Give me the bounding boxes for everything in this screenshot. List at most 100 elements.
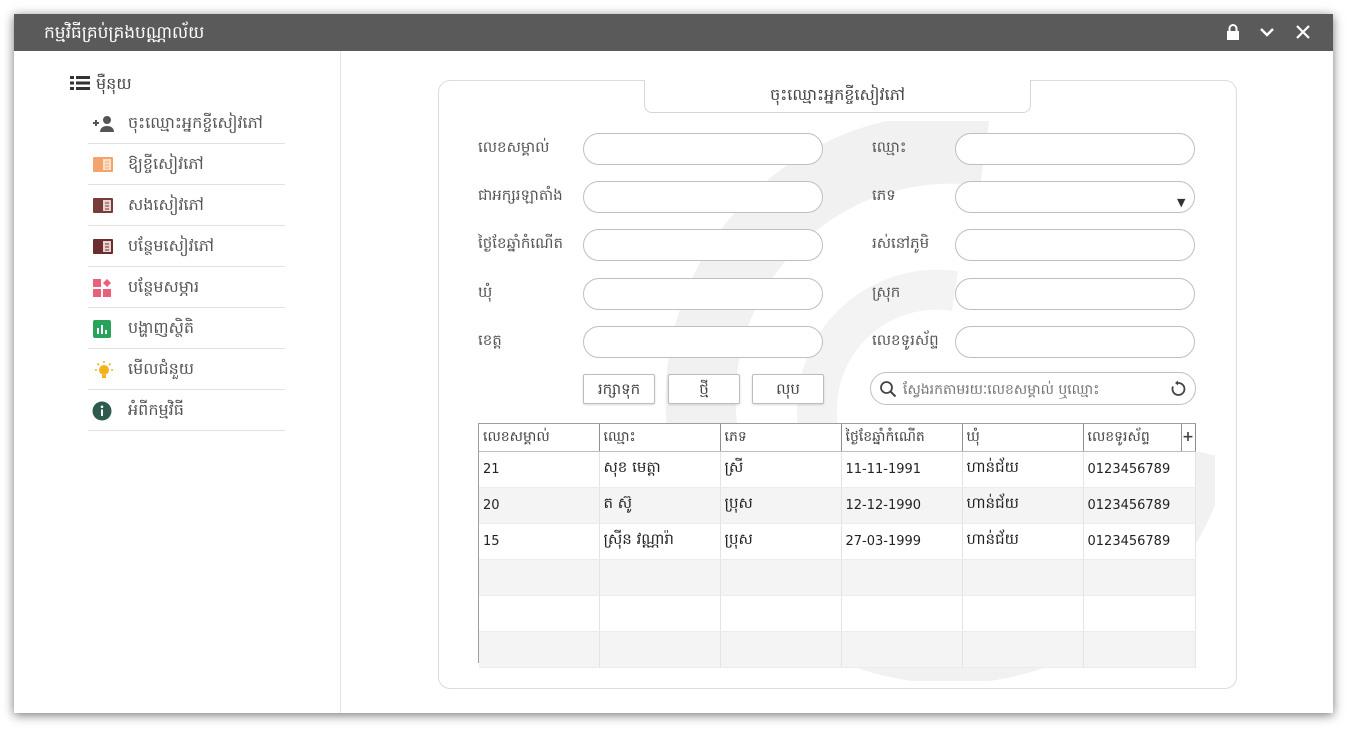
open-book-icon	[92, 155, 114, 175]
gender-select[interactable]	[955, 181, 1195, 213]
form-title-tab: ចុះឈ្មោះអ្នកខ្ចីសៀវភៅ	[644, 80, 1031, 113]
table-cell: ហាន់ជ័យ	[962, 487, 1084, 524]
table-cell: សុខ មេត្តា	[599, 451, 721, 488]
sidebar-item-add-book[interactable]: បន្ថែមសៀវភៅ	[88, 226, 285, 267]
column-header[interactable]: ថ្ងៃខែឆ្នាំកំណើត	[841, 424, 963, 452]
search-icon	[880, 381, 897, 398]
sidebar-item-label: បន្ថែមសម្ភារ	[128, 277, 200, 296]
save-button[interactable]: រក្សាទុក	[583, 374, 655, 404]
sidebar-item-label: អំពីកម្មវិធី	[128, 400, 184, 419]
sidebar-item-register-borrower[interactable]: ចុះឈ្មោះអ្នកខ្ចីសៀវភៅ	[88, 103, 285, 144]
name-label: ឈ្មោះ	[872, 138, 907, 156]
table-row[interactable]	[479, 595, 1196, 632]
table-cell: 12-12-1990	[841, 487, 963, 524]
table-cell: 0123456789	[1083, 523, 1196, 560]
table-cell	[841, 595, 963, 632]
search-input[interactable]	[901, 379, 1160, 401]
chevron-down-icon[interactable]	[1255, 20, 1279, 44]
table-cell	[962, 631, 1084, 668]
commune-field[interactable]	[583, 278, 823, 310]
search-box[interactable]	[870, 372, 1196, 405]
borrowers-table[interactable]: លេខសម្គាល់ ឈ្មោះ ភេទ ថ្ងៃខែឆ្នាំកំណើត ឃុ…	[478, 423, 1196, 668]
add-book-icon	[92, 237, 114, 257]
new-button[interactable]: ថ្មី	[668, 374, 740, 404]
sidebar-item-label: ឱ្យខ្ចីសៀវភៅ	[128, 154, 204, 173]
column-header[interactable]: ភេទ	[720, 424, 842, 452]
info-icon	[92, 401, 114, 421]
table-cell	[841, 631, 963, 668]
column-header[interactable]: ឃុំ	[962, 424, 1084, 452]
district-field[interactable]	[955, 278, 1195, 310]
table-row[interactable]	[479, 559, 1196, 596]
table-cell: ត ស៊ូ	[599, 487, 721, 524]
sidebar-item-return-book[interactable]: សងសៀវភៅ	[88, 185, 285, 226]
table-cell: ស្រី	[720, 451, 842, 488]
table-cell: 27-03-1999	[841, 523, 963, 560]
sidebar: ម៉ឺនុយ ចុះឈ្មោះអ្នកខ្ចីសៀវភៅ ឱ្យខ្ចីសៀវភ…	[14, 51, 341, 713]
id-label: លេខសម្គាល់	[478, 138, 550, 156]
app-window: កម្មវិធីគ្រប់គ្រងបណ្ណាល័យ ម៉ឺនុយ ចុះឈ្មោ…	[14, 14, 1333, 713]
sidebar-item-add-material[interactable]: បន្ថែមសម្ភារ	[88, 267, 285, 308]
latin-name-field[interactable]	[583, 181, 823, 213]
commune-label: ឃុំ	[478, 283, 493, 301]
close-icon[interactable]	[1291, 20, 1315, 44]
delete-button[interactable]: លុប	[752, 374, 824, 404]
sidebar-item-about[interactable]: អំពីកម្មវិធី	[88, 390, 285, 431]
table-cell	[962, 595, 1084, 632]
table-cell	[479, 595, 600, 632]
statistics-icon	[92, 319, 114, 339]
phone-label: លេខទូរស័ព្ទ	[872, 331, 939, 349]
sidebar-item-statistics[interactable]: បង្ហាញស្ថិតិ	[88, 308, 285, 349]
chevron-down-icon[interactable]: ▼	[1177, 196, 1185, 209]
column-header[interactable]: លេខសម្គាល់	[479, 424, 600, 452]
lightbulb-icon	[92, 360, 114, 380]
add-user-icon	[92, 114, 114, 134]
sidebar-item-lend-book[interactable]: ឱ្យខ្ចីសៀវភៅ	[88, 144, 285, 185]
table-cell: 0123456789	[1083, 487, 1196, 524]
add-material-icon	[92, 278, 114, 298]
phone-field[interactable]	[955, 326, 1195, 358]
table-cell: 15	[479, 523, 600, 560]
province-field[interactable]	[583, 326, 823, 358]
sidebar-item-label: បង្ហាញស្ថិតិ	[128, 318, 195, 337]
column-header[interactable]: លេខទូរស័ព្ទ	[1083, 424, 1182, 452]
village-field[interactable]	[955, 229, 1195, 261]
table-row[interactable]	[479, 631, 1196, 668]
dob-label: ថ្ងៃខែឆ្នាំកំណើត	[478, 234, 563, 252]
menu-header-label: ម៉ឺនុយ	[96, 74, 132, 93]
table-cell: ហាន់ជ័យ	[962, 451, 1084, 488]
table-row[interactable]: 15 ស៊្រីន វណ្ណារ៉ា ប្រុស 27-03-1999 ហាន់…	[479, 523, 1196, 560]
sidebar-item-label: បន្ថែមសៀវភៅ	[128, 236, 215, 255]
sidebar-item-help[interactable]: មើលជំនួយ	[88, 349, 285, 390]
village-label: រស់នៅភូមិ	[872, 234, 930, 252]
id-field[interactable]	[583, 133, 823, 165]
table-row[interactable]: 20 ត ស៊ូ ប្រុស 12-12-1990 ហាន់ជ័យ 012345…	[479, 487, 1196, 524]
table-cell	[599, 631, 721, 668]
menu-header[interactable]: ម៉ឺនុយ	[70, 73, 132, 97]
table-cell	[1083, 595, 1196, 632]
list-icon	[70, 75, 90, 95]
table-cell	[599, 595, 721, 632]
table-cell	[962, 559, 1084, 596]
book-return-icon	[92, 196, 114, 216]
dob-field[interactable]	[583, 229, 823, 261]
lock-icon[interactable]	[1221, 20, 1245, 44]
table-cell	[599, 559, 721, 596]
sidebar-item-label: សងសៀវភៅ	[128, 195, 204, 214]
sidebar-item-label: មើលជំនួយ	[128, 359, 195, 378]
table-cell: 20	[479, 487, 600, 524]
latin-name-label: ជាអក្សរឡាតាំង	[478, 186, 563, 204]
table-cell: ស៊្រីន វណ្ណារ៉ា	[599, 523, 721, 560]
column-header[interactable]: ឈ្មោះ	[599, 424, 721, 452]
add-column-button[interactable]: +	[1181, 424, 1196, 452]
table-cell	[479, 631, 600, 668]
table-cell	[479, 559, 600, 596]
table-row[interactable]: 21 សុខ មេត្តា ស្រី 11-11-1991 ហាន់ជ័យ 01…	[479, 451, 1196, 488]
refresh-icon[interactable]	[1169, 380, 1187, 398]
gender-label: ភេទ	[872, 186, 896, 204]
name-field[interactable]	[955, 133, 1195, 165]
title-bar: កម្មវិធីគ្រប់គ្រងបណ្ណាល័យ	[14, 14, 1333, 51]
table-cell	[1083, 631, 1196, 668]
sidebar-item-label: ចុះឈ្មោះអ្នកខ្ចីសៀវភៅ	[128, 113, 263, 132]
table-cell: 0123456789	[1083, 451, 1196, 488]
